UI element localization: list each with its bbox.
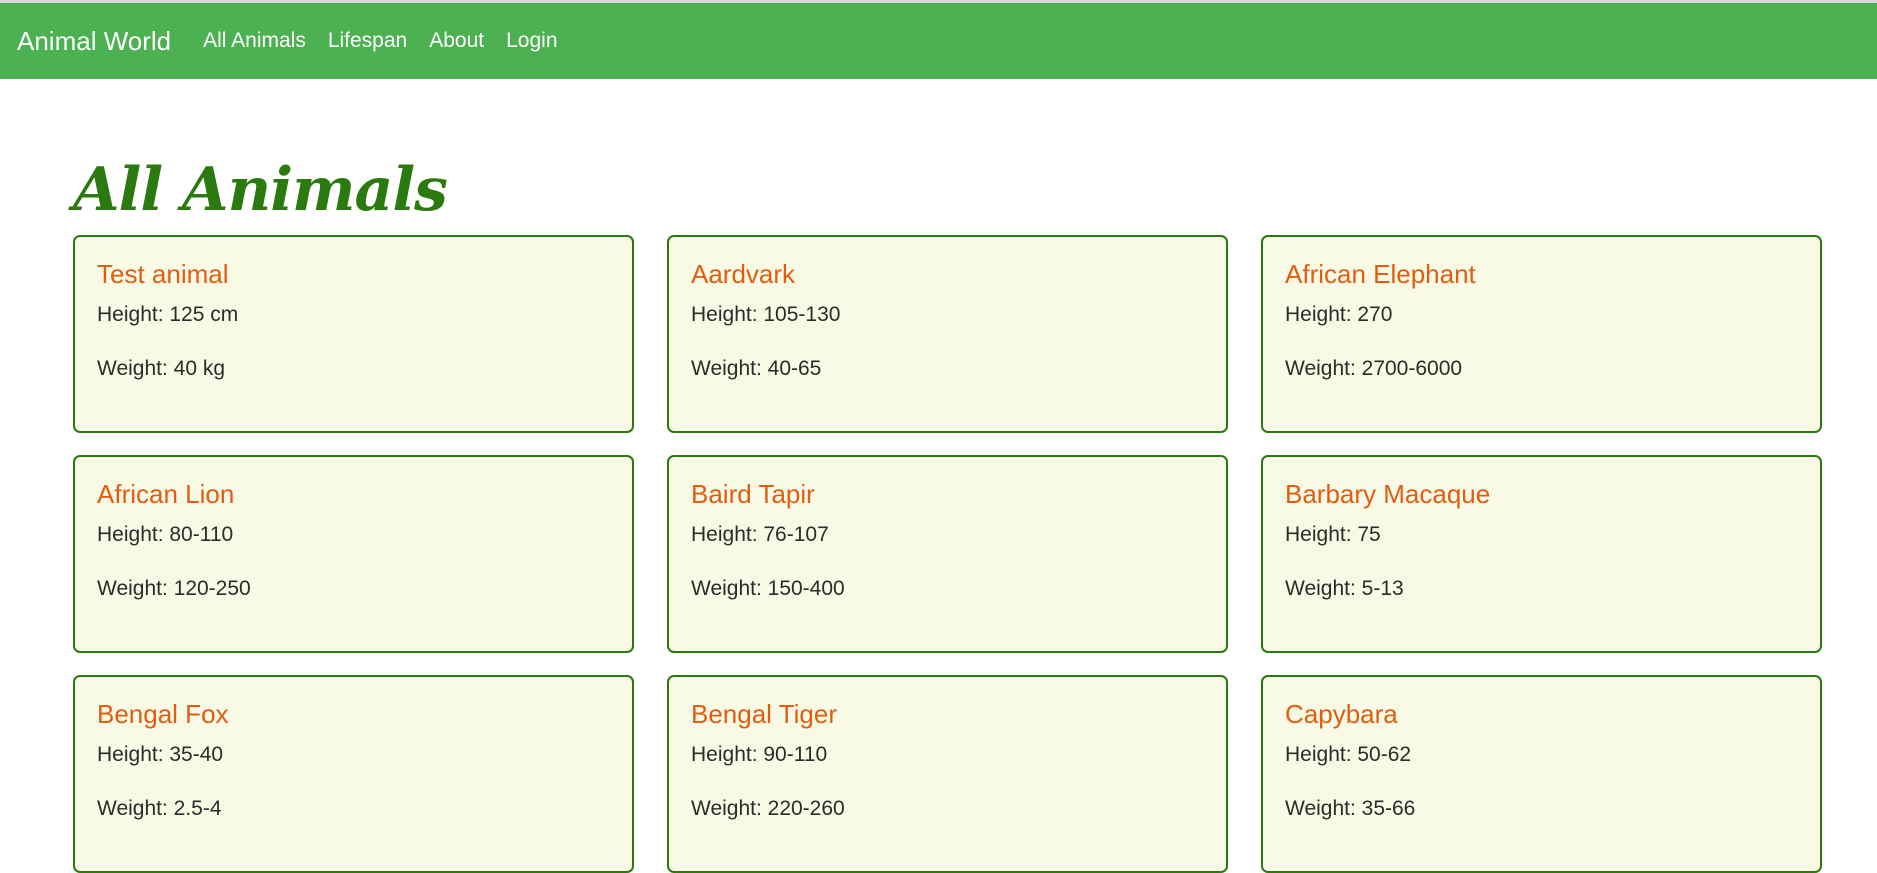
animal-name: Capybara [1285, 699, 1398, 729]
navbar: Animal World All Animals Lifespan About … [0, 3, 1877, 79]
animal-weight: Weight: 2.5-4 [97, 797, 222, 820]
animal-weight: Weight: 150-400 [691, 577, 845, 600]
animal-card[interactable]: Aardvark Height: 105-130 Weight: 40-65 [667, 235, 1228, 433]
animal-height: Height: 270 [1285, 303, 1393, 326]
animal-name: Aardvark [691, 259, 796, 289]
animal-weight: Weight: 2700-6000 [1285, 357, 1463, 380]
animal-card[interactable]: African Elephant Height: 270 Weight: 270… [1261, 235, 1822, 433]
animal-height: Height: 50-62 [1285, 743, 1412, 766]
animal-weight: Weight: 5-13 [1285, 577, 1404, 600]
animal-height: Height: 76-107 [691, 523, 829, 546]
animal-name: Baird Tapir [691, 479, 815, 509]
brand-link[interactable]: Animal World [17, 26, 171, 57]
animal-name: Barbary Macaque [1285, 479, 1491, 509]
animal-height: Height: 80-110 [97, 523, 234, 546]
animal-card[interactable]: Baird Tapir Height: 76-107 Weight: 150-4… [667, 455, 1228, 653]
page-title: All Animals [73, 155, 448, 225]
animal-weight: Weight: 220-260 [691, 797, 845, 820]
animal-weight: Weight: 35-66 [1285, 797, 1416, 820]
animal-name: Test animal [97, 259, 229, 289]
animal-name: African Elephant [1285, 259, 1476, 289]
animal-name: African Lion [97, 479, 235, 509]
animal-height: Height: 105-130 [691, 303, 841, 326]
nav-link-about[interactable]: About [429, 29, 484, 53]
nav-link-all-animals[interactable]: All Animals [203, 29, 306, 53]
animal-card[interactable]: Barbary Macaque Height: 75 Weight: 5-13 [1261, 455, 1822, 653]
animal-height: Height: 35-40 [97, 743, 224, 766]
animal-height: Height: 125 cm [97, 303, 239, 326]
nav-link-lifespan[interactable]: Lifespan [328, 29, 407, 53]
animal-card[interactable]: African Lion Height: 80-110 Weight: 120-… [73, 455, 634, 653]
nav-link-login[interactable]: Login [506, 29, 557, 53]
animal-weight: Weight: 40-65 [691, 357, 822, 380]
animal-card[interactable]: Test animal Height: 125 cm Weight: 40 kg [73, 235, 634, 433]
animal-name: Bengal Tiger [691, 699, 837, 729]
animal-card[interactable]: Capybara Height: 50-62 Weight: 35-66 [1261, 675, 1822, 873]
animal-height: Height: 90-110 [691, 743, 828, 766]
nav-links: All Animals Lifespan About Login [203, 29, 557, 53]
animal-card[interactable]: Bengal Tiger Height: 90-110 Weight: 220-… [667, 675, 1228, 873]
animal-grid: Test animal Height: 125 cm Weight: 40 kg… [73, 235, 1822, 873]
animal-height: Height: 75 [1285, 523, 1381, 546]
animal-weight: Weight: 40 kg [97, 357, 226, 380]
animal-name: Bengal Fox [97, 699, 229, 729]
animal-card[interactable]: Bengal Fox Height: 35-40 Weight: 2.5-4 [73, 675, 634, 873]
animal-weight: Weight: 120-250 [97, 577, 251, 600]
